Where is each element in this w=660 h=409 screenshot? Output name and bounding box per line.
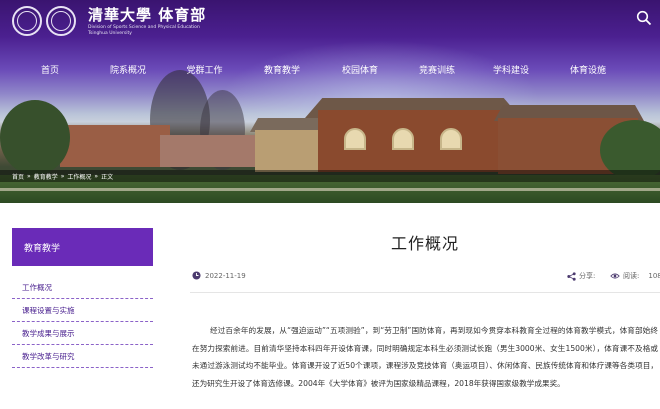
nav-item-home[interactable]: 首页 — [0, 60, 100, 78]
nav-item-discipline[interactable]: 学科建设 — [465, 60, 557, 78]
site-logo[interactable]: 清華大學 体育部 Division of Sports Science and … — [12, 4, 206, 37]
article-meta: 2022-11-19 分享: 阅读: 10803 — [190, 271, 660, 285]
nav-item-competition[interactable]: 竞赛训练 — [409, 60, 465, 78]
nav-item-campus-sports[interactable]: 校园体育 — [311, 60, 409, 78]
views-label: 阅读: — [623, 272, 640, 280]
sidebar-list: 工作概况 课程设置与实施 教学成果与展示 教学改革与研究 — [12, 276, 153, 368]
search-button[interactable] — [636, 10, 652, 26]
brand-block: 清華大學 体育部 Division of Sports Science and … — [88, 4, 206, 37]
breadcrumb-separator: » — [27, 172, 31, 180]
nav-item-party-work[interactable]: 党群工作 — [156, 60, 253, 78]
sidebar-item-overview[interactable]: 工作概况 — [12, 276, 153, 299]
nav-item-department-overview[interactable]: 院系概况 — [100, 60, 156, 78]
sidebar-item-achievements[interactable]: 教学成果与展示 — [12, 322, 153, 345]
views-count: 10803 — [648, 272, 660, 280]
brand-english-line2: Tsinghua University — [88, 31, 132, 36]
article-date-text: 2022-11-19 — [205, 271, 246, 280]
search-icon — [636, 10, 652, 26]
article-title: 工作概况 — [390, 234, 459, 253]
main-nav: 首页 院系概况 党群工作 教育教学 校园体育 竞赛训练 学科建设 体育设施 — [0, 60, 660, 78]
share-label: 分享: — [579, 272, 596, 280]
breadcrumb-home[interactable]: 首页 — [12, 172, 24, 181]
breadcrumb: 首页 » 教育教学 » 工作概况 » 正文 — [0, 170, 660, 182]
university-seal-icon — [12, 5, 42, 36]
nav-item-facilities[interactable]: 体育设施 — [557, 60, 619, 78]
view-count: 阅读: 10803 — [610, 271, 660, 281]
sidebar-item-courses[interactable]: 课程设置与实施 — [12, 299, 153, 322]
brand-title: 清華大學 体育部 — [88, 6, 207, 24]
article: 工作概况 2022-11-19 分享: 阅读: 108 经过百余年的发展，从“强… — [190, 230, 660, 388]
sidebar: 教育教学 工作概况 课程设置与实施 教学成果与展示 教学改革与研究 — [12, 228, 153, 368]
clock-icon — [192, 271, 201, 280]
eye-icon — [610, 273, 620, 279]
sidebar-item-reform[interactable]: 教学改革与研究 — [12, 345, 153, 368]
share-button[interactable]: 分享: — [567, 271, 595, 281]
breadcrumb-current: 正文 — [101, 173, 114, 181]
breadcrumb-education[interactable]: 教育教学 — [34, 172, 58, 181]
nav-item-education[interactable]: 教育教学 — [253, 60, 311, 78]
department-seal-icon — [46, 5, 76, 36]
article-date: 2022-11-19 — [192, 271, 246, 280]
sidebar-heading: 教育教学 — [12, 228, 153, 266]
meta-divider — [190, 292, 660, 293]
page: 清華大學 体育部 Division of Sports Science and … — [0, 0, 660, 409]
breadcrumb-overview[interactable]: 工作概况 — [67, 172, 91, 181]
breadcrumb-separator: » — [60, 172, 65, 180]
breadcrumb-separator: » — [94, 172, 99, 180]
share-icon — [567, 271, 576, 281]
article-body: 经过百余年的发展，从“强迫运动”“五项测验”，到“劳卫制”国防体育，再到现如今贯… — [192, 326, 658, 388]
